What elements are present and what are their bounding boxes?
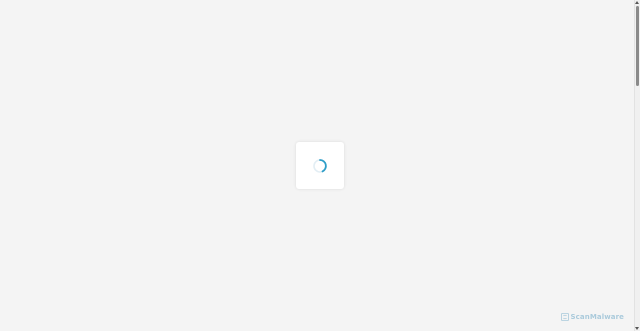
vertical-scrollbar[interactable]: [634, 0, 640, 331]
brand-logo[interactable]: ScanMalware: [560, 313, 624, 321]
loading-card: [296, 142, 344, 189]
scroll-up-arrow-icon[interactable]: [635, 1, 639, 4]
scroll-down-arrow-icon[interactable]: [635, 327, 639, 330]
brand-name: ScanMalware: [570, 313, 624, 321]
spinner-icon: [313, 159, 327, 173]
scrollbar-thumb[interactable]: [636, 6, 639, 86]
scanmalware-logo-icon: [560, 313, 569, 321]
page-viewport: ScanMalware: [0, 0, 634, 331]
